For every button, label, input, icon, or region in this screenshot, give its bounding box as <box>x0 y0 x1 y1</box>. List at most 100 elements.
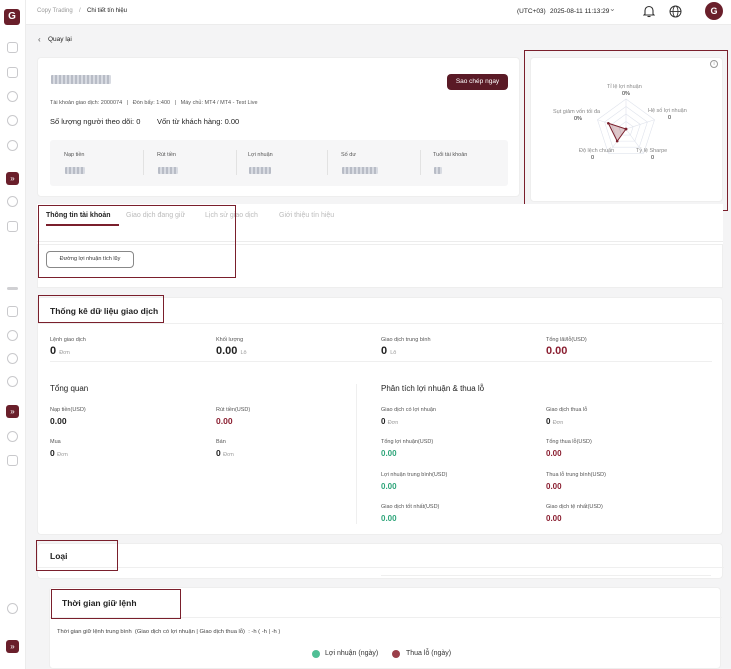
legend-profit-label[interactable]: Lợi nhuận (ngày) <box>325 650 378 657</box>
pl-avg-loss-value: 0.00 <box>546 482 562 491</box>
pl-avg-profit-value: 0.00 <box>381 482 397 491</box>
trade-stats-card: Thống kê dữ liệu giao dịch Lệnh giao dịc… <box>37 297 724 535</box>
user-icon[interactable] <box>7 115 18 126</box>
stat-profit-value <box>249 167 271 174</box>
account-info: Tài khoản giao dịch: 2000074 | Đòn bẩy: … <box>50 100 258 106</box>
pl-win-trades-label: Giao dịch có lợi nhuận <box>381 407 436 413</box>
chevron-down-icon[interactable]: ⌄ <box>609 4 616 13</box>
chart-icon[interactable] <box>7 67 18 78</box>
stat-deposit-value <box>65 167 85 174</box>
highlight-box-stats-title <box>38 295 164 323</box>
pl-worst-trade-label: Giao dịch tệ nhất(USD) <box>546 504 603 510</box>
stat-total-pl-label: Tổng lãi/lỗ(USD) <box>546 337 587 343</box>
overview-withdraw-label: Rút tiền(USD) <box>216 407 251 413</box>
pl-analysis-title: Phân tích lợi nhuận & thua lỗ <box>381 384 485 393</box>
trophy-icon[interactable] <box>7 221 18 232</box>
overview-deposit-label: Nạp tiền(USD) <box>50 407 86 413</box>
overview-title: Tổng quan <box>50 384 89 393</box>
pl-worst-trade-value: 0.00 <box>546 514 562 523</box>
overview-buy-value: 0 Đơn <box>50 448 68 458</box>
highlight-box-type <box>36 540 118 571</box>
breadcrumb-separator: / <box>79 8 81 14</box>
legend-profit-dot <box>312 650 320 658</box>
stat-volume-label: Khối lượng <box>216 337 244 343</box>
capital-value: 0.00 <box>224 117 240 126</box>
account-card: Tài khoản giao dịch: 2000074 | Đòn bẩy: … <box>37 57 520 197</box>
stat-withdraw-label: Rút tiền <box>157 152 176 158</box>
overview-sell-value: 0 Đơn <box>216 448 234 458</box>
followers-value: 0 <box>136 117 141 126</box>
overview-withdraw-value: 0.00 <box>216 416 233 426</box>
stat-orders-value: 0 Đơn <box>50 345 70 357</box>
trophy-icon-2[interactable] <box>7 455 18 466</box>
followers-label: Số lượng người theo dõi: <box>50 117 135 126</box>
back-chevron-icon[interactable]: ‹ <box>38 35 41 44</box>
coin-icon-2[interactable] <box>7 431 18 442</box>
pl-loss-trades-label: Giao dịch thua lỗ <box>546 407 588 413</box>
capital-label: Vốn từ khách hàng: <box>157 117 223 126</box>
top-bar: Copy Trading / Chi tiết tín hiệu (UTC+03… <box>26 0 731 25</box>
bell-icon[interactable] <box>643 5 655 18</box>
copy-trading-icon-2[interactable]: » <box>6 405 19 418</box>
datetime: 2025-08-11 11:13:29 <box>550 8 610 15</box>
help-icon-2[interactable] <box>7 376 18 387</box>
legend-loss-dot <box>392 650 400 658</box>
type-card: Loại <box>37 543 724 579</box>
pl-avg-profit-label: Lợi nhuận trung bình(USD) <box>381 472 448 478</box>
user-icon-2[interactable] <box>7 353 18 364</box>
pl-total-loss-value: 0.00 <box>546 449 562 458</box>
copy-trading-icon[interactable]: » <box>6 172 19 185</box>
pl-loss-trades-value: 0 Đơn <box>546 417 564 426</box>
stat-avg-trade-value: 0 Lô <box>381 345 397 357</box>
pl-best-trade-value: 0.00 <box>381 514 397 523</box>
chart-icon-2[interactable] <box>7 306 18 317</box>
back-link[interactable]: Quay lại <box>48 36 72 43</box>
tab-signal-intro[interactable]: Giới thiệu tín hiệu <box>279 212 334 219</box>
menu-icon[interactable] <box>7 287 18 290</box>
stat-age-value <box>434 167 442 174</box>
sidebar: G » » » <box>0 0 26 669</box>
stat-avg-trade-label: Giao dịch trung bình <box>381 337 431 343</box>
breadcrumb-parent[interactable]: Copy Trading <box>37 8 73 14</box>
overview-deposit-value: 0.00 <box>50 416 67 426</box>
breadcrumb-current: Chi tiết tín hiệu <box>87 8 128 14</box>
stat-balance-label: Số dư <box>341 152 356 158</box>
account-name-masked <box>51 75 111 84</box>
stat-volume-value: 0.00 Lô <box>216 345 247 357</box>
pl-total-profit-label: Tổng lợi nhuận(USD) <box>381 439 434 445</box>
overview-sell-label: Bán <box>216 439 226 445</box>
globe-icon[interactable] <box>7 91 18 102</box>
copy-now-button[interactable]: Sao chép ngay <box>447 74 508 90</box>
globe-icon-2[interactable] <box>7 330 18 341</box>
stat-withdraw-value <box>158 167 178 174</box>
avg-holding-time: Thời gian giữ lệnh trung bình (Giao dịch… <box>57 629 281 635</box>
avatar[interactable]: G <box>705 2 723 20</box>
stat-orders-label: Lệnh giao dịch <box>50 337 86 343</box>
stat-balance-value <box>342 167 378 174</box>
stat-deposit-label: Nạp tiền <box>64 152 85 158</box>
legend-loss-label[interactable]: Thua lỗ (ngày) <box>406 650 451 657</box>
overview-buy-label: Mua <box>50 439 61 445</box>
pl-best-trade-label: Giao dịch tốt nhất(USD) <box>381 504 440 510</box>
expand-sidebar-icon[interactable]: » <box>6 640 19 653</box>
highlight-box-radar <box>524 50 728 211</box>
highlight-box-holding-time <box>51 589 181 619</box>
pl-total-profit-value: 0.00 <box>381 449 397 458</box>
app-logo[interactable]: G <box>4 9 20 25</box>
stat-total-pl-value: 0.00 <box>546 345 568 357</box>
stat-profit-label: Lợi nhuận <box>248 152 273 158</box>
timezone: (UTC+03) <box>517 8 546 15</box>
help-icon[interactable] <box>7 140 18 151</box>
followers: Số lượng người theo dõi: 0 <box>50 117 140 126</box>
stats-bar: Nạp tiền Rút tiền Lợi nhuận Số dư Tuổi t… <box>50 140 508 186</box>
home-icon[interactable] <box>7 42 18 53</box>
help-icon-bottom[interactable] <box>7 603 18 614</box>
highlight-box-tabs <box>38 205 236 278</box>
pl-avg-loss-label: Thua lỗ trung bình(USD) <box>546 472 606 478</box>
pl-total-loss-label: Tổng thua lỗ(USD) <box>546 439 592 445</box>
capital: Vốn từ khách hàng: 0.00 <box>157 117 239 126</box>
coin-icon[interactable] <box>7 196 18 207</box>
pl-win-trades-value: 0 Đơn <box>381 417 399 426</box>
stat-age-label: Tuổi tài khoản <box>433 152 468 158</box>
globe-icon-top[interactable] <box>669 5 682 18</box>
